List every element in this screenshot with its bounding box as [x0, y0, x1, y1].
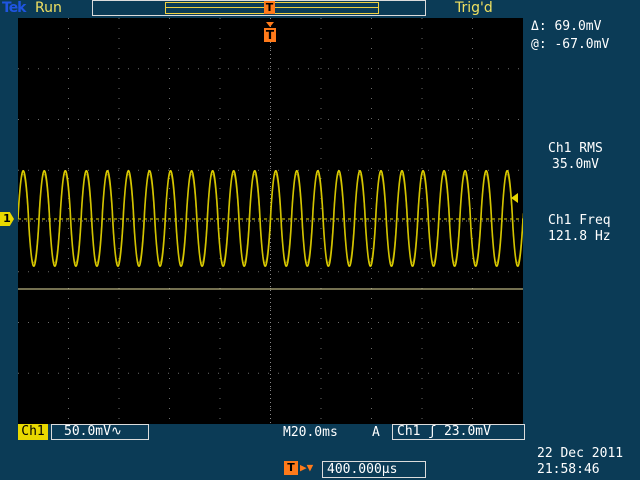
acquisition-status: Run: [35, 0, 62, 16]
tek-logo: Tek: [2, 0, 26, 16]
horizontal-position-icon: T: [284, 461, 298, 475]
graticule-screen: [18, 18, 523, 424]
measurement-freq-value: 121.8 Hz: [548, 229, 611, 244]
measurement-rms-label: Ch1 RMS: [548, 141, 603, 156]
horizontal-position[interactable]: 400.000µs: [322, 461, 426, 478]
date: 22 Dec 2011: [537, 446, 624, 461]
horizontal-scale[interactable]: M20.0ms: [283, 425, 338, 440]
channel-ground-marker[interactable]: 1: [0, 212, 14, 226]
channel-scale[interactable]: 50.0mV∿: [51, 424, 149, 440]
cursor-position: @: -67.0mV: [531, 37, 610, 52]
trigger-readout[interactable]: Ch1 ʃ 23.0mV: [392, 424, 525, 440]
date-time: 22 Dec 2011 21:58:46: [537, 446, 623, 478]
trigger-position-icon[interactable]: T: [264, 22, 276, 42]
trigger-level-icon[interactable]: [511, 193, 518, 203]
trigger-status: Trig'd: [455, 0, 493, 16]
rising-edge-icon: ʃ: [428, 424, 437, 439]
ac-coupling-icon: ∿: [110, 424, 122, 439]
cursor-delta: Δ: 69.0mV: [531, 19, 602, 34]
position-arrow-icon: ▶▼: [300, 461, 314, 474]
record-trigger-icon: T: [264, 1, 275, 14]
measurement-freq-label: Ch1 Freq: [548, 213, 611, 228]
trigger-mode: A: [372, 425, 380, 440]
measurement-rms-value: 35.0mV: [552, 157, 599, 172]
graticule-grid: [18, 18, 523, 424]
time: 21:58:46: [537, 462, 600, 477]
channel-label[interactable]: Ch1: [18, 424, 48, 440]
